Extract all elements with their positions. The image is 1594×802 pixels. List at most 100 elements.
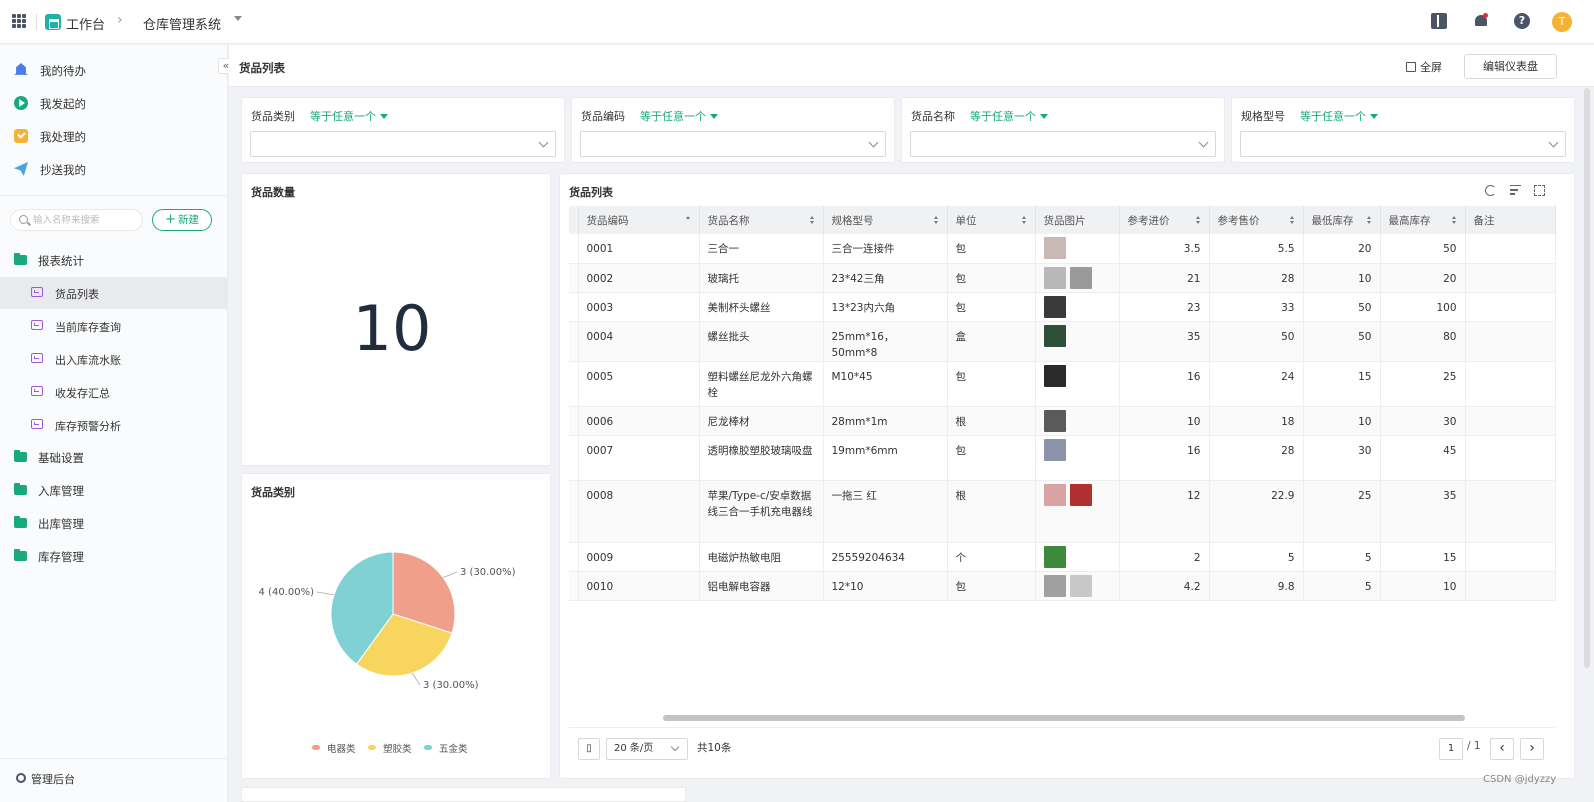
prev-page-button[interactable]: ‹ xyxy=(1490,738,1514,760)
sidebar-group-outbound[interactable]: 出库管理 xyxy=(14,514,214,534)
table-row[interactable]: 0010 铝电解电容器 12*10 包 4.2 9.8 5 10 xyxy=(569,571,1556,601)
product-thumbnail[interactable] xyxy=(1043,295,1066,318)
column-header[interactable]: 参考进价 xyxy=(1119,206,1210,234)
table-row[interactable]: 0004 螺丝批头 25mm*16，50mm*8 盒 35 50 50 80 xyxy=(569,321,1556,362)
filter-select[interactable] xyxy=(1240,131,1566,157)
dashboard-header: 货品列表 全屏 编辑仪表盘 xyxy=(229,45,1594,87)
row-stub xyxy=(569,542,579,572)
sidebar-group-basic[interactable]: 基础设置 xyxy=(14,448,214,468)
horizontal-scrollbar[interactable] xyxy=(663,715,1465,721)
workspace-icon[interactable] xyxy=(45,14,61,30)
column-header[interactable]: 货品名称 xyxy=(699,206,824,234)
product-thumbnail[interactable] xyxy=(1069,266,1092,289)
sidebar-item-label: 当前库存查询 xyxy=(55,321,121,334)
table-row[interactable]: 0008 苹果/Type-c/安卓数据线三合一手机充电器线 一拖三 红根 12 22.9… xyxy=(569,480,1556,543)
cell-max: 25 xyxy=(1380,361,1466,407)
product-thumbnail[interactable] xyxy=(1043,237,1066,259)
filter-select[interactable] xyxy=(580,131,886,157)
column-header[interactable]: 最低库存 xyxy=(1303,206,1381,234)
filter-operator[interactable]: 等于任意一个 xyxy=(1300,108,1378,124)
page-settings-icon[interactable]: ▯ xyxy=(578,738,600,760)
cell-price: 28 xyxy=(1209,263,1304,293)
column-header[interactable]: 货品编码 xyxy=(578,206,700,234)
product-thumbnail[interactable] xyxy=(1043,483,1066,506)
cell-code: 0008 xyxy=(578,480,700,543)
column-header[interactable]: 货品图片 xyxy=(1035,206,1120,234)
gear-icon xyxy=(16,773,26,783)
sidebar-item-goods-list[interactable]: 货品列表 xyxy=(0,277,227,309)
table-row[interactable]: 0002 玻璃托 23*42三角包 21 28 10 20 xyxy=(569,263,1556,293)
caret-down-icon[interactable] xyxy=(234,16,242,21)
column-header[interactable]: 最高库存 xyxy=(1380,206,1466,234)
book-icon[interactable] xyxy=(1431,13,1447,29)
column-header[interactable]: 参考售价 xyxy=(1209,206,1304,234)
product-thumbnail[interactable] xyxy=(1043,324,1066,347)
admin-link[interactable]: 管理后台 xyxy=(0,758,227,802)
vertical-scrollbar[interactable] xyxy=(1584,88,1590,668)
table-row[interactable]: 0005 塑料螺丝尼龙外六角螺栓 M10*45 包 16 24 15 25 xyxy=(569,361,1556,407)
column-header[interactable]: 单位 xyxy=(947,206,1036,234)
edit-dashboard-button[interactable]: 编辑仪表盘 xyxy=(1464,54,1557,79)
cell-unit: 根 xyxy=(947,406,1036,436)
cell-code: 0010 xyxy=(578,571,700,601)
report-icon xyxy=(31,287,43,297)
cell-max: 20 xyxy=(1380,263,1466,293)
sidebar-item-initiated[interactable]: 我发起的 xyxy=(14,94,214,114)
sidebar-item-warning[interactable]: 库存预警分析 xyxy=(0,409,227,441)
sidebar-item-cc[interactable]: 抄送我的 xyxy=(14,160,214,180)
cell-images xyxy=(1035,406,1120,436)
cell-unit: 包 xyxy=(947,234,1036,264)
page-number-input[interactable]: 1 xyxy=(1439,738,1463,760)
sort-icon[interactable] xyxy=(1510,185,1521,196)
table-row[interactable]: 0001 三合一 三合一连接件包 3.5 5.5 20 50 xyxy=(569,234,1556,264)
help-icon[interactable]: ? xyxy=(1514,13,1530,29)
sidebar-item-label: 出入库流水账 xyxy=(55,354,121,367)
cell-unit: 盒 xyxy=(947,321,1036,362)
column-header[interactable]: 备注 xyxy=(1465,206,1556,234)
expand-icon[interactable] xyxy=(1534,185,1545,196)
product-thumbnail[interactable] xyxy=(1043,438,1066,461)
sidebar-group-inventory[interactable]: 库存管理 xyxy=(14,547,214,567)
filter-operator[interactable]: 等于任意一个 xyxy=(310,108,388,124)
table-row[interactable]: 0003 美制杯头螺丝 13*23内六角包 23 33 50 100 xyxy=(569,292,1556,322)
product-thumbnail[interactable] xyxy=(1069,574,1092,597)
cell-note xyxy=(1465,321,1556,362)
sidebar-item-label: 货品列表 xyxy=(55,288,99,301)
table-row[interactable]: 0007 透明橡胶塑胶玻璃吸盘 19mm*6mm 包 16 28 30 45 xyxy=(569,435,1556,481)
sidebar-group-reports[interactable]: 报表统计 xyxy=(14,251,214,271)
app-name-dropdown[interactable]: 仓库管理系统 xyxy=(143,14,221,33)
product-thumbnail[interactable] xyxy=(1043,409,1066,432)
workspace-link[interactable]: 工作台 xyxy=(66,14,105,33)
filter-select[interactable] xyxy=(250,131,556,157)
cell-price: 9.8 xyxy=(1209,571,1304,601)
filter-operator[interactable]: 等于任意一个 xyxy=(970,108,1048,124)
sidebar-item-stock-query[interactable]: 当前库存查询 xyxy=(0,310,227,342)
avatar[interactable]: T xyxy=(1552,12,1572,32)
new-button[interactable]: + 新建 xyxy=(152,209,212,231)
notification-bell-icon[interactable] xyxy=(1473,13,1489,29)
fullscreen-button[interactable]: 全屏 xyxy=(1406,59,1442,75)
sidebar-item-summary[interactable]: 收发存汇总 xyxy=(0,376,227,408)
product-thumbnail[interactable] xyxy=(1043,364,1066,387)
refresh-icon[interactable] xyxy=(1485,185,1496,196)
caret-down-icon xyxy=(710,114,718,119)
filter-select[interactable] xyxy=(910,131,1216,157)
next-page-button[interactable]: › xyxy=(1520,738,1544,760)
table-row[interactable]: 0006 尼龙棒材 28mm*1m 根 10 18 10 30 xyxy=(569,406,1556,436)
column-header[interactable]: 规格型号 xyxy=(823,206,948,234)
sidebar-group-inbound[interactable]: 入库管理 xyxy=(14,481,214,501)
sidebar-item-handled[interactable]: 我处理的 xyxy=(14,127,214,147)
sidebar-item-flow-ledger[interactable]: 出入库流水账 xyxy=(0,343,227,375)
table-row[interactable]: 0009 电磁炉热敏电阻 25559204634 个 2 5 5 15 xyxy=(569,542,1556,572)
product-thumbnail[interactable] xyxy=(1043,574,1066,597)
product-thumbnail[interactable] xyxy=(1043,545,1066,568)
filter-operator[interactable]: 等于任意一个 xyxy=(640,108,718,124)
product-thumbnail[interactable] xyxy=(1043,266,1066,289)
page-size-select[interactable]: 20 条/页 xyxy=(606,738,688,760)
product-thumbnail[interactable] xyxy=(1069,483,1092,506)
sidebar-item-todo[interactable]: 我的待办 xyxy=(14,61,214,81)
sort-icon xyxy=(933,216,939,224)
app-grid-icon[interactable] xyxy=(12,14,26,28)
legend-dot-icon xyxy=(368,745,376,750)
sidebar-search-input[interactable] xyxy=(33,213,138,227)
